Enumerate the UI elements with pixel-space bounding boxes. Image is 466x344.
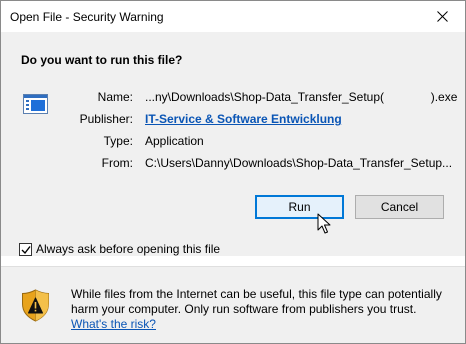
name-value: ...ny\Downloads\Shop-Data_Transfer_Setup… (145, 90, 458, 104)
name-row: Name: ...ny\Downloads\Shop-Data_Transfer… (1, 90, 465, 106)
from-row: From: C:\Users\Danny\Downloads\Shop-Data… (1, 156, 465, 172)
close-icon (436, 11, 448, 22)
warning-text: While files from the Internet can be use… (71, 287, 442, 316)
always-ask-label: Always ask before opening this file (36, 242, 221, 256)
type-label: Type: (103, 134, 133, 148)
type-row: Type: Application (1, 134, 465, 150)
always-ask-checkbox[interactable] (19, 243, 32, 256)
publisher-row: Publisher: IT-Service & Software Entwick… (1, 112, 465, 128)
prompt-question: Do you want to run this file? (21, 53, 183, 67)
checkmark-icon (21, 246, 31, 255)
title-bar: Open File - Security Warning (1, 1, 465, 32)
dialog-content: Do you want to run this file? Name: ...n… (1, 32, 465, 256)
mouse-pointer-icon (317, 213, 331, 234)
warning-footer: While files from the Internet can be use… (1, 267, 465, 343)
publisher-label: Publisher: (79, 112, 133, 126)
close-button[interactable] (419, 1, 465, 32)
publisher-link[interactable]: IT-Service & Software Entwicklung (145, 112, 342, 126)
warning-message: While files from the Internet can be use… (71, 287, 456, 332)
security-warning-dialog: Open File - Security Warning Do you want… (0, 0, 466, 344)
type-value: Application (145, 134, 204, 148)
security-shield-icon (22, 289, 49, 322)
whats-the-risk-link[interactable]: What's the risk? (71, 317, 156, 331)
window-title: Open File - Security Warning (10, 10, 164, 24)
name-label: Name: (97, 90, 133, 104)
cancel-button[interactable]: Cancel (355, 195, 444, 219)
from-label: From: (101, 156, 133, 170)
from-value: C:\Users\Danny\Downloads\Shop-Data_Trans… (145, 156, 453, 170)
